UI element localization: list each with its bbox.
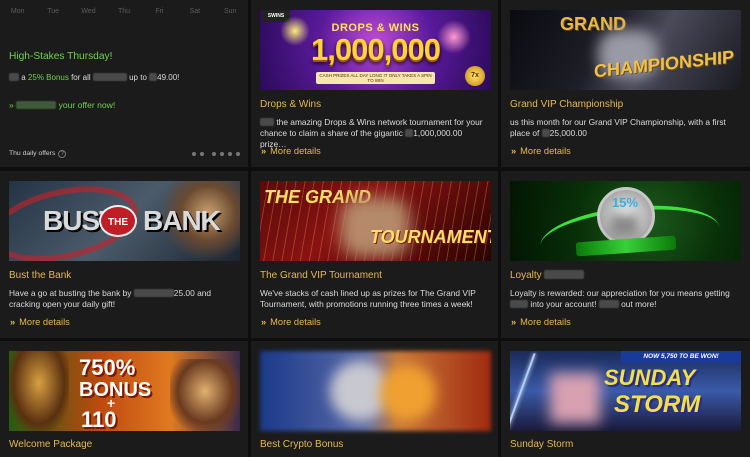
bust-the-bank-banner[interactable]: BUST BANK THE bbox=[9, 181, 240, 261]
tab-sun[interactable]: Sun bbox=[213, 0, 248, 24]
more-details-link[interactable]: » More details bbox=[261, 317, 321, 327]
banner-word3: BANK bbox=[143, 205, 221, 236]
tab-thu[interactable]: Thu bbox=[106, 0, 141, 24]
card-title: Sunday Storm bbox=[510, 439, 574, 450]
card-title: The Grand VIP Tournament bbox=[260, 270, 382, 281]
promo-card-sunday-storm: NOW 5,750 TO BE WON! SUNDAY STORM Sunday… bbox=[501, 341, 750, 457]
help-icon[interactable]: ? bbox=[58, 150, 67, 158]
daily-offers-label: Thu daily offers? bbox=[9, 150, 67, 158]
tab-wed[interactable]: Wed bbox=[71, 0, 106, 24]
tab-sat[interactable]: Sat bbox=[177, 0, 212, 24]
card-title: Drops & Wins bbox=[260, 99, 322, 110]
banner-strip: CASH PRIZES ALL DAY LONG IT ONLY TAKES A… bbox=[316, 72, 435, 84]
drops-wins-banner[interactable]: SWINS DROPS & WINS 1,000,000 CASH PRIZES… bbox=[260, 10, 491, 90]
carousel-dot[interactable] bbox=[236, 152, 240, 156]
card-description: Have a go at busting the bank by 25.00 a… bbox=[9, 288, 212, 309]
more-details-link[interactable]: » More details bbox=[511, 146, 571, 156]
promo-card-grand-vip-tournament: THE GRAND TOURNAMENT The Grand VIP Tourn… bbox=[251, 171, 498, 338]
promo-card-thursday: Mon Tue Wed Thu Fri Sat Sun High-Stakes … bbox=[0, 0, 248, 167]
banner-top-strip: NOW 5,750 TO BE WON! bbox=[621, 351, 741, 363]
banner-line1: SUNDAY bbox=[604, 365, 696, 390]
tab-mon[interactable]: Mon bbox=[0, 0, 35, 24]
card-title: Grand VIP Championship bbox=[510, 99, 624, 110]
banner-line2: STORM bbox=[614, 391, 701, 418]
carousel-dot[interactable] bbox=[200, 152, 204, 156]
promo-card-crypto-bonus: Best Crypto Bonus bbox=[251, 341, 498, 457]
card-title: Bust the Bank bbox=[9, 270, 72, 281]
welcome-banner[interactable]: 750% BONUS + 110 bbox=[9, 351, 240, 431]
carousel-dot[interactable] bbox=[212, 152, 216, 156]
carousel-dot[interactable] bbox=[228, 152, 232, 156]
promo-card-welcome-package: 750% BONUS + 110 Welcome Package bbox=[0, 341, 248, 457]
more-details-link[interactable]: » More details bbox=[261, 146, 321, 156]
promo-offer-text: a 25% Bonus for all up to 49.00! bbox=[9, 73, 179, 82]
banner-word2: THE bbox=[99, 205, 137, 237]
loyalty-banner[interactable]: 15% bbox=[510, 181, 741, 261]
promo-claim-link[interactable]: » your offer now! bbox=[9, 100, 115, 110]
card-title: Welcome Package bbox=[9, 439, 93, 450]
banner-percent: 15% bbox=[612, 195, 639, 210]
promo-title: High-Stakes Thursday! bbox=[9, 51, 113, 62]
grand-championship-banner[interactable]: GRAND CHAMPIONSHIP bbox=[510, 10, 741, 90]
chevron-right-icon: » bbox=[261, 317, 267, 327]
promo-card-drops-wins: SWINS DROPS & WINS 1,000,000 CASH PRIZES… bbox=[251, 0, 498, 167]
chevron-right-icon: » bbox=[511, 146, 517, 156]
crypto-banner[interactable] bbox=[260, 351, 491, 431]
weekday-tabs: Mon Tue Wed Thu Fri Sat Sun bbox=[0, 0, 248, 24]
tab-fri[interactable]: Fri bbox=[142, 0, 177, 24]
carousel-dots[interactable] bbox=[192, 152, 240, 156]
coin-icon: 7x bbox=[465, 66, 485, 86]
more-details-link[interactable]: » More details bbox=[511, 317, 571, 327]
banner-line1: 750% bbox=[79, 355, 136, 380]
tab-tue[interactable]: Tue bbox=[35, 0, 70, 24]
more-details-link[interactable]: » More details bbox=[10, 317, 70, 327]
chevron-right-icon: » bbox=[261, 146, 267, 156]
promo-card-loyalty: 15% Loyalty Loyalty is rewarded: our app… bbox=[501, 171, 750, 338]
chevron-right-icon: » bbox=[511, 317, 517, 327]
card-description: Loyalty is rewarded: our appreciation fo… bbox=[510, 288, 730, 309]
promo-card-bust-the-bank: BUST BANK THE Bust the Bank Have a go at… bbox=[0, 171, 248, 338]
carousel-dot[interactable] bbox=[220, 152, 224, 156]
carousel-dot[interactable] bbox=[192, 152, 196, 156]
banner-line3: 110 bbox=[81, 407, 117, 431]
sunday-storm-banner[interactable]: NOW 5,750 TO BE WON! SUNDAY STORM bbox=[510, 351, 741, 431]
grand-tournament-banner[interactable]: THE GRAND TOURNAMENT bbox=[260, 181, 491, 261]
banner-line2: TOURNAMENT bbox=[370, 227, 491, 247]
card-description: We've stacks of cash lined up as prizes … bbox=[260, 288, 476, 309]
card-title: Loyalty bbox=[510, 270, 585, 281]
card-title: Best Crypto Bonus bbox=[260, 439, 344, 450]
card-description: us this month for our Grand VIP Champion… bbox=[510, 117, 726, 138]
promo-card-grand-vip-championship: GRAND CHAMPIONSHIP Grand VIP Championshi… bbox=[501, 0, 750, 167]
chevron-right-icon: » bbox=[10, 317, 16, 327]
banner-amount: 1,000,000 bbox=[311, 32, 441, 67]
